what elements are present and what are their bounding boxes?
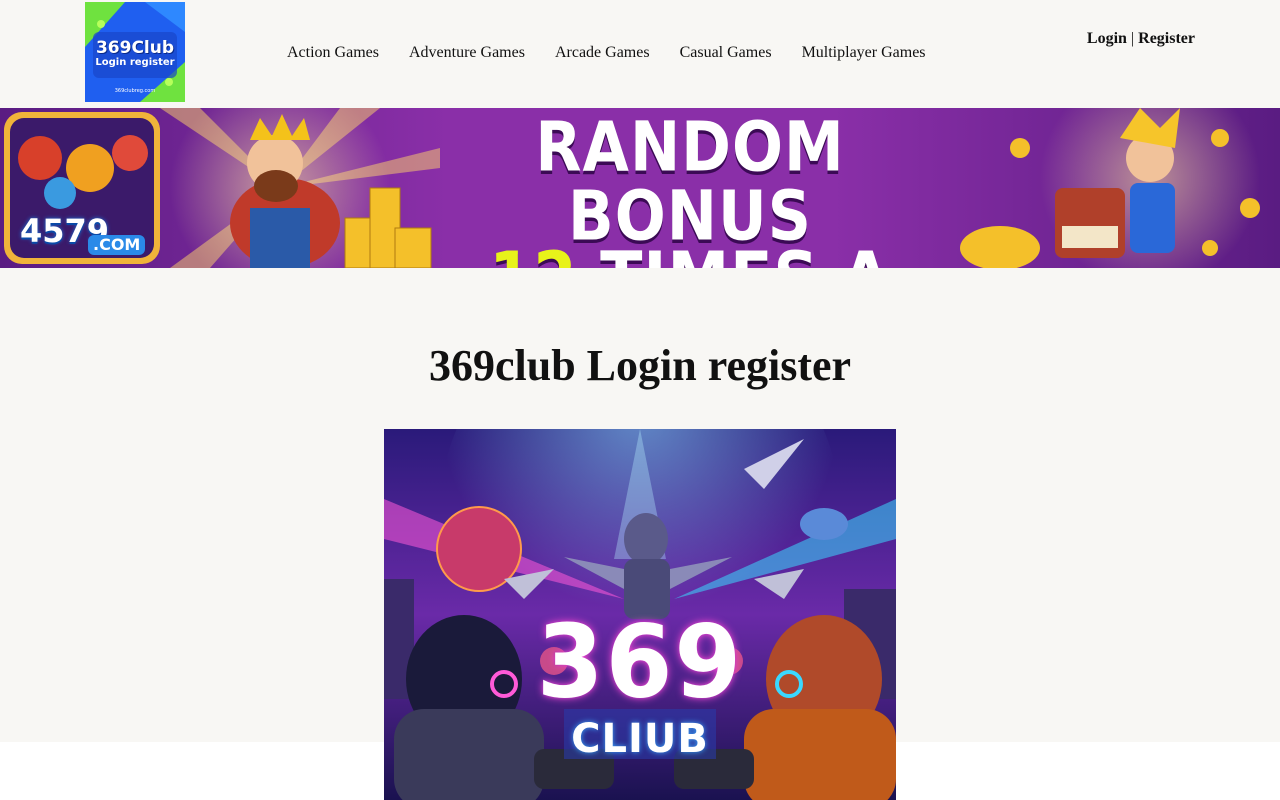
site-logo[interactable]: 369Club Login register 369clubreg.com	[85, 2, 185, 102]
banner-highlight-number: 12	[489, 236, 577, 268]
logo-domain: 369clubreg.com	[114, 88, 156, 94]
banner-line-1: RANDOM BONUS	[535, 108, 845, 257]
site-header: 369Club Login register 369clubreg.com Ac…	[0, 0, 1280, 108]
banner-badge-suffix: .COM	[88, 235, 146, 255]
auth-separator: |	[1130, 30, 1135, 47]
nav-item-casual-games[interactable]: Casual Games	[680, 44, 772, 62]
main-nav: Action Games Adventure Games Arcade Game…	[287, 44, 926, 62]
logo-title: 369Club	[95, 38, 175, 58]
nav-item-adventure-games[interactable]: Adventure Games	[409, 44, 525, 62]
banner-line-2-rest: TIMES A DAY	[600, 236, 891, 268]
nav-item-arcade-games[interactable]: Arcade Games	[555, 44, 650, 62]
login-link[interactable]: Login	[1087, 30, 1127, 47]
register-link[interactable]: Register	[1138, 30, 1195, 47]
nav-item-action-games[interactable]: Action Games	[287, 44, 379, 62]
auth-links: Login | Register	[1087, 30, 1195, 48]
promo-banner[interactable]: RANDOM BONUS 12 TIMES A DAY 4579 .COM	[0, 108, 1280, 268]
hero-number: 369	[536, 603, 744, 721]
page-title: 369club Login register	[428, 341, 852, 390]
hero-image: 369 CLIUB	[384, 429, 896, 800]
banner-headline: RANDOM BONUS 12 TIMES A DAY	[455, 113, 925, 268]
logo-subtitle: Login register	[95, 57, 175, 68]
hero-subtitle: CLIUB	[571, 716, 709, 762]
nav-item-multiplayer-games[interactable]: Multiplayer Games	[802, 44, 926, 62]
banner-line-2: 12 TIMES A DAY	[455, 242, 925, 268]
